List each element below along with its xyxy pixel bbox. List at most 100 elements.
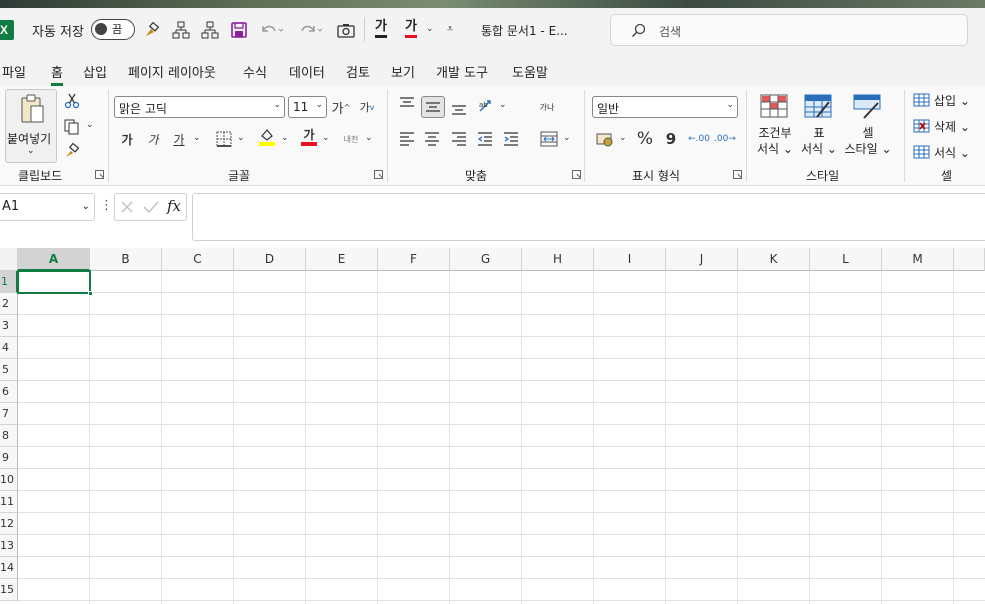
search-input[interactable]: 검색	[610, 14, 968, 46]
row-header[interactable]: 6	[0, 381, 18, 403]
tab-data[interactable]: 데이터	[289, 62, 325, 81]
column-header[interactable]: A	[18, 248, 90, 271]
align-left-icon[interactable]	[396, 129, 418, 149]
chevron-down-icon[interactable]: ⌄	[281, 133, 289, 143]
wrap-text-button[interactable]: 가나	[536, 97, 558, 117]
dialog-launcher-icon[interactable]	[733, 170, 742, 179]
underline-button[interactable]: 가	[168, 129, 190, 149]
comma-style-button[interactable]: 9	[660, 129, 682, 149]
enter-check-icon[interactable]	[143, 200, 159, 214]
row-header[interactable]: 13	[0, 535, 18, 557]
select-all-button[interactable]	[0, 248, 18, 271]
tab-help[interactable]: 도움말	[512, 62, 548, 81]
decrease-indent-icon[interactable]	[474, 129, 496, 149]
row-header[interactable]: 11	[0, 491, 18, 513]
font-color-black-button[interactable]: 가	[375, 19, 387, 38]
column-header[interactable]: K	[738, 248, 810, 271]
column-header[interactable]: G	[450, 248, 522, 271]
row-header[interactable]: 4	[0, 337, 18, 359]
column-header[interactable]: F	[378, 248, 450, 271]
column-header[interactable]: H	[522, 248, 594, 271]
align-top-icon[interactable]	[396, 94, 418, 114]
increase-indent-icon[interactable]	[500, 129, 522, 149]
cut-icon[interactable]	[61, 91, 83, 111]
row-header[interactable]: 12	[0, 513, 18, 535]
active-cell-a1[interactable]	[17, 270, 93, 296]
name-box[interactable]: A1 ⌄	[0, 193, 95, 221]
row-header[interactable]: 15	[0, 579, 18, 601]
grow-font-button[interactable]: 가 ^	[330, 97, 352, 117]
align-center-icon[interactable]	[421, 129, 443, 149]
column-header[interactable]: L	[810, 248, 882, 271]
cell-styles-button[interactable]: 셀 스타일 ⌄	[838, 94, 898, 164]
chevron-down-icon[interactable]: ⌄	[499, 100, 507, 110]
chevron-down-icon[interactable]: ⌄	[86, 120, 94, 130]
increase-decimal-button[interactable]: ← .00	[688, 129, 710, 149]
column-header[interactable]: I	[594, 248, 666, 271]
paste-button[interactable]: 붙여넣기 ⌄	[5, 89, 57, 163]
tab-page-layout[interactable]: 페이지 레이아웃	[128, 62, 216, 81]
decrease-decimal-button[interactable]: .00 →	[714, 129, 736, 149]
cancel-icon[interactable]	[120, 200, 134, 214]
row-header[interactable]: 7	[0, 403, 18, 425]
chevron-down-icon[interactable]: ⌄	[426, 24, 434, 34]
more-options-icon[interactable]: ⋮	[100, 198, 113, 213]
italic-button[interactable]: 가	[142, 129, 164, 149]
font-color-red-button[interactable]: 가	[405, 19, 417, 38]
chevron-down-icon[interactable]: ⌄	[193, 133, 201, 143]
chevron-down-icon[interactable]: ⌄	[322, 133, 330, 143]
row-header[interactable]: 3	[0, 315, 18, 337]
row-header[interactable]: 9	[0, 447, 18, 469]
tab-file[interactable]: 파일	[2, 62, 26, 81]
column-header[interactable]: J	[666, 248, 738, 271]
fill-handle[interactable]	[88, 291, 93, 296]
number-format-select[interactable]: 일반 ⌄	[592, 96, 738, 118]
format-painter-icon[interactable]	[141, 19, 163, 41]
shrink-font-button[interactable]: 가v	[356, 97, 378, 117]
borders-icon[interactable]	[213, 129, 235, 149]
undo-icon[interactable]	[257, 19, 287, 41]
orientation-icon[interactable]: ab	[475, 96, 497, 116]
tab-review[interactable]: 검토	[346, 62, 370, 81]
formula-input[interactable]	[192, 193, 985, 241]
tab-developer[interactable]: 개발 도구	[436, 62, 488, 81]
align-right-icon[interactable]	[448, 129, 470, 149]
document-title[interactable]: 통합 문서1 - E...	[481, 22, 568, 39]
camera-icon[interactable]	[335, 19, 357, 41]
column-header[interactable]: M	[882, 248, 954, 271]
dialog-launcher-icon[interactable]	[95, 170, 104, 179]
row-header[interactable]: 8	[0, 425, 18, 447]
format-painter-icon[interactable]	[61, 141, 83, 161]
cell-area[interactable]	[18, 271, 985, 604]
align-bottom-icon[interactable]	[448, 98, 470, 118]
chevron-down-icon[interactable]: ⌄	[563, 133, 571, 143]
tab-insert[interactable]: 삽입	[83, 62, 107, 81]
column-header[interactable]: B	[90, 248, 162, 271]
customize-toolbar-icon[interactable]: ⩡	[447, 22, 453, 36]
chevron-down-icon[interactable]: ⌄	[619, 133, 627, 143]
column-header[interactable]: E	[306, 248, 378, 271]
column-header[interactable]: C	[162, 248, 234, 271]
dialog-launcher-icon[interactable]	[572, 170, 581, 179]
save-icon[interactable]	[228, 19, 250, 41]
org-chart-icon[interactable]	[170, 19, 192, 41]
insert-function-button[interactable]: fx	[167, 197, 181, 215]
row-header[interactable]: 14	[0, 557, 18, 579]
font-size-select[interactable]: 11 ⌄	[288, 96, 327, 118]
chevron-down-icon[interactable]: ⌄	[237, 133, 245, 143]
column-header[interactable]	[954, 248, 985, 271]
autosave-toggle[interactable]: 끔	[91, 19, 135, 40]
tab-view[interactable]: 보기	[391, 62, 415, 81]
tab-home[interactable]: 홈	[51, 62, 63, 86]
row-header[interactable]: 2	[0, 293, 18, 315]
percent-button[interactable]: %	[634, 129, 656, 149]
chevron-down-icon[interactable]: ⌄	[365, 133, 373, 143]
column-header[interactable]: D	[234, 248, 306, 271]
merge-center-icon[interactable]	[538, 129, 560, 149]
redo-icon[interactable]	[296, 19, 326, 41]
row-header[interactable]: 10	[0, 469, 18, 491]
accounting-format-icon[interactable]	[594, 129, 616, 149]
phonetic-guide-button[interactable]: 내천	[340, 129, 362, 149]
font-name-select[interactable]: 맑은 고딕 ⌄	[114, 96, 285, 118]
tab-formulas[interactable]: 수식	[243, 62, 267, 81]
